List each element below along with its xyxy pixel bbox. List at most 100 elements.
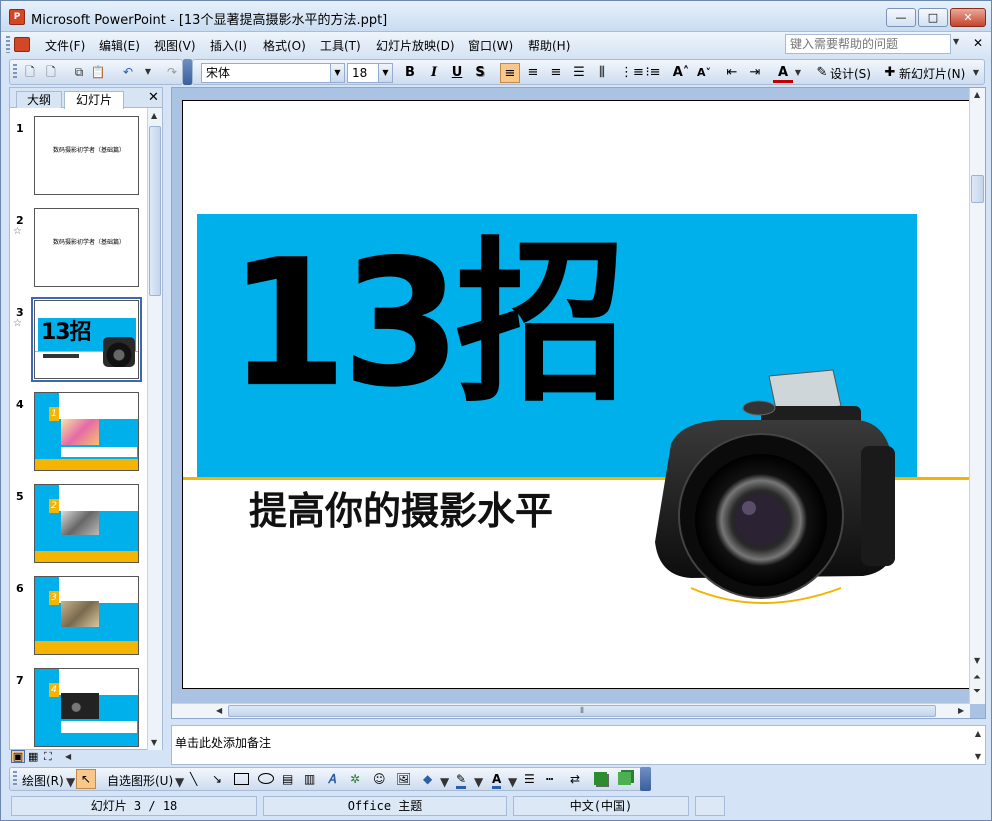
- slide-thumbnail-5[interactable]: 2: [34, 484, 139, 563]
- slide-thumbnail-6[interactable]: 3: [34, 576, 139, 655]
- clipart-icon[interactable]: ☺: [373, 772, 386, 786]
- editor-vscroll-thumb[interactable]: [971, 175, 984, 203]
- editor-hscrollbar[interactable]: ◀ ⦀ ▶: [172, 703, 970, 718]
- redo-icon[interactable]: ↷: [164, 64, 180, 80]
- menu-format[interactable]: 格式(O): [263, 37, 306, 54]
- scroll-left-icon[interactable]: ◀: [216, 706, 222, 715]
- font-color-dropdown-icon[interactable]: ▼: [508, 775, 517, 789]
- scroll-up-icon[interactable]: ▲: [975, 729, 981, 738]
- current-slide[interactable]: 13招 提高你的摄影水平: [182, 100, 970, 689]
- scroll-down-icon[interactable]: ▼: [151, 738, 157, 747]
- tab-slides[interactable]: 幻灯片: [64, 91, 124, 109]
- toolbar-options-icon[interactable]: ▼: [970, 63, 982, 83]
- slide-sorter-icon[interactable]: ▦: [28, 750, 38, 763]
- line-color-icon[interactable]: ✎: [456, 772, 467, 789]
- autoshapes-dropdown-icon[interactable]: ▼: [175, 775, 184, 789]
- menu-window[interactable]: 窗口(W): [468, 37, 513, 54]
- scroll-down-icon[interactable]: ▼: [974, 656, 980, 665]
- transition-star-icon[interactable]: ☆: [13, 318, 22, 329]
- menu-view[interactable]: 视图(V): [154, 37, 196, 54]
- maximize-button[interactable]: □: [918, 8, 948, 27]
- fill-color-icon[interactable]: ◆: [423, 772, 432, 786]
- shadow-button[interactable]: S: [470, 63, 490, 83]
- transition-star-icon[interactable]: ☆: [13, 226, 22, 237]
- slide-thumbnail-1[interactable]: 数码摄影初学者（基础篇）: [34, 116, 139, 195]
- toolbar-grip[interactable]: [13, 64, 17, 80]
- close-button[interactable]: ✕: [950, 8, 986, 27]
- shadow-style-icon[interactable]: [594, 772, 607, 785]
- font-name-dropdown-icon[interactable]: ▼: [330, 64, 344, 82]
- font-size-dropdown-icon[interactable]: ▼: [378, 64, 392, 82]
- font-color-icon[interactable]: A: [773, 63, 793, 83]
- picture-icon[interactable]: 🖼: [396, 772, 411, 786]
- drawbar-overflow-button[interactable]: [640, 767, 651, 791]
- paste-special-icon[interactable]: 🗋: [43, 64, 59, 80]
- dash-style-icon[interactable]: ┅: [546, 772, 553, 786]
- menu-file[interactable]: 文件(F): [45, 37, 85, 54]
- align-left-icon[interactable]: ≡: [500, 63, 520, 83]
- panel-scrollbar[interactable]: ▲ ▼: [147, 108, 162, 750]
- new-slide-button[interactable]: 新幻灯片(N): [899, 65, 965, 82]
- scroll-up-icon[interactable]: ▲: [151, 111, 157, 120]
- oval-icon[interactable]: [258, 773, 274, 784]
- vertical-text-icon[interactable]: ⫼: [592, 63, 612, 83]
- next-slide-icon[interactable]: ⏷: [973, 686, 981, 697]
- italic-button[interactable]: I: [424, 63, 444, 83]
- editor-vscrollbar[interactable]: ▲ ▼ ⏶ ⏷: [969, 88, 985, 704]
- rectangle-icon[interactable]: [234, 773, 249, 785]
- line-color-dropdown-icon[interactable]: ▼: [474, 775, 483, 789]
- new-document-icon[interactable]: 🗋: [22, 64, 38, 80]
- underline-button[interactable]: U: [447, 63, 467, 83]
- decrease-indent-icon[interactable]: ⇤: [722, 63, 742, 83]
- font-name-select[interactable]: 宋体 ▼: [201, 63, 345, 83]
- slide-subtitle[interactable]: 提高你的摄影水平: [249, 486, 553, 536]
- toolbar-overflow-button[interactable]: [183, 59, 192, 85]
- numbering-icon[interactable]: ⋮≡: [620, 63, 644, 83]
- scroll-left-icon[interactable]: ◀: [65, 752, 71, 761]
- line-icon[interactable]: ╲: [190, 772, 197, 786]
- powerpoint-app-icon[interactable]: P: [9, 9, 25, 25]
- undo-icon[interactable]: ↶: [120, 64, 136, 80]
- font-color-dropdown-icon[interactable]: ▼: [793, 63, 803, 83]
- slideshow-icon[interactable]: ⛶: [44, 750, 52, 764]
- panel-scroll-thumb[interactable]: [149, 126, 161, 296]
- menu-grip[interactable]: [6, 36, 10, 53]
- panel-close-icon[interactable]: ✕: [148, 90, 159, 105]
- 3d-style-icon[interactable]: [618, 772, 631, 785]
- design-button[interactable]: 设计(S): [830, 65, 871, 82]
- align-center-icon[interactable]: ≡: [523, 63, 543, 83]
- help-dropdown-icon[interactable]: ▼: [953, 37, 959, 46]
- toolbar-grip[interactable]: [13, 771, 17, 787]
- increase-font-size-icon[interactable]: A˄: [671, 63, 691, 83]
- scroll-up-icon[interactable]: ▲: [974, 90, 980, 99]
- slide-thumbnail-3[interactable]: 13招: [31, 297, 142, 382]
- line-style-icon[interactable]: ☰: [524, 772, 535, 786]
- menu-slideshow[interactable]: 幻灯片放映(D): [376, 37, 455, 54]
- bold-button[interactable]: B: [400, 63, 420, 83]
- scroll-down-icon[interactable]: ▼: [975, 752, 981, 761]
- scroll-right-icon[interactable]: ▶: [958, 706, 964, 715]
- close-document-icon[interactable]: ✕: [973, 36, 983, 50]
- font-color-icon[interactable]: A: [492, 772, 502, 789]
- bullets-icon[interactable]: ⁝≡: [643, 63, 663, 83]
- slide-title[interactable]: 13招: [228, 207, 627, 442]
- undo-dropdown-icon[interactable]: ▼: [140, 64, 156, 80]
- paste-icon[interactable]: 📋: [90, 64, 106, 80]
- design-icon[interactable]: ✎: [812, 63, 832, 83]
- increase-indent-icon[interactable]: ⇥: [745, 63, 765, 83]
- font-size-select[interactable]: 18 ▼: [347, 63, 393, 83]
- tab-outline[interactable]: 大纲: [16, 91, 62, 108]
- slide-thumbnail-7[interactable]: 4: [34, 668, 139, 747]
- notes-placeholder[interactable]: 单击此处添加备注: [175, 734, 271, 751]
- distribute-icon[interactable]: ☰: [569, 63, 589, 83]
- menu-insert[interactable]: 插入(I): [210, 37, 247, 54]
- autoshapes-button[interactable]: 自选图形(U): [107, 772, 173, 789]
- arrow-style-icon[interactable]: ⇄: [570, 772, 580, 786]
- minimize-button[interactable]: —: [886, 8, 916, 27]
- textbox-icon[interactable]: ▤: [282, 772, 293, 786]
- notes-pane[interactable]: 单击此处添加备注 ▲ ▼: [171, 725, 986, 765]
- menu-tools[interactable]: 工具(T): [320, 37, 361, 54]
- diagram-icon[interactable]: ✲: [350, 772, 360, 786]
- copy-icon[interactable]: ⧉: [71, 64, 87, 80]
- arrow-icon[interactable]: ↘: [212, 772, 222, 786]
